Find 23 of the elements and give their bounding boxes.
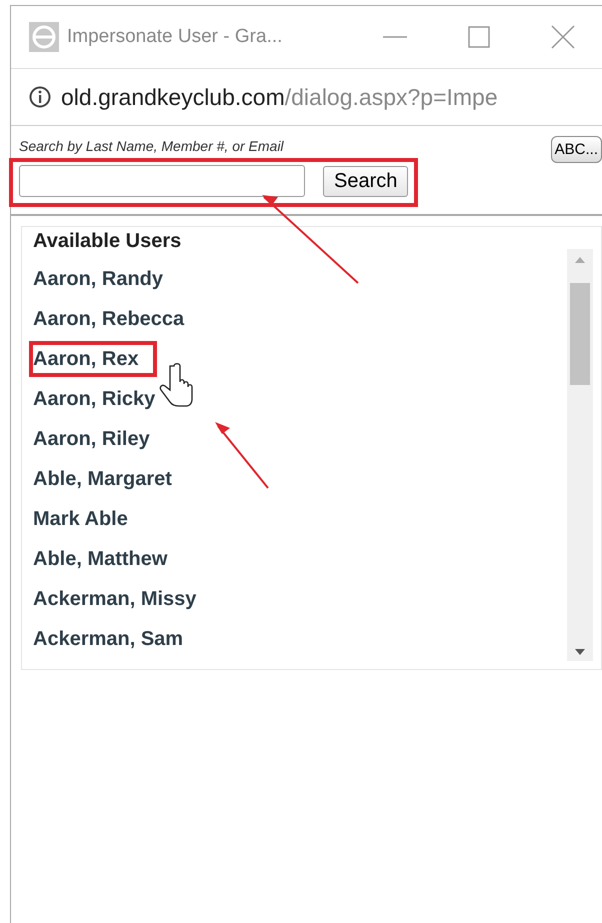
user-list-item[interactable]: Aaron, Riley xyxy=(27,419,156,459)
search-hint: Search by Last Name, Member #, or Email xyxy=(19,138,284,154)
scrollbar[interactable] xyxy=(567,249,593,661)
user-list-item[interactable]: Able, Margaret xyxy=(27,459,178,499)
user-list-item[interactable]: Aaron, Randy xyxy=(27,259,170,299)
list-header: Available Users xyxy=(33,229,182,254)
user-list-item[interactable]: Ackerman, Missy xyxy=(27,579,202,619)
scroll-thumb[interactable] xyxy=(570,283,590,385)
browser-logo-icon xyxy=(29,22,59,52)
search-field[interactable] xyxy=(19,165,305,197)
user-list-item[interactable]: Able, Matthew xyxy=(27,539,174,579)
user-list-item[interactable]: Aaron, Rebecca xyxy=(27,299,190,339)
window-title: Impersonate User - Gra... xyxy=(67,26,284,48)
annotation-arrow xyxy=(215,422,269,489)
search-button[interactable]: Search xyxy=(323,166,408,196)
info-icon[interactable] xyxy=(29,86,51,108)
user-list-item[interactable]: Mark Able xyxy=(27,499,134,539)
user-list-item[interactable]: Ackerman, Sam xyxy=(27,619,190,659)
url-text[interactable]: old.grandkeyclub.com/dialog.aspx?p=Impe xyxy=(51,84,498,110)
user-list-item[interactable]: Aaron, Ricky xyxy=(27,379,162,419)
abc-button[interactable]: ABC... xyxy=(550,136,602,163)
user-list-item[interactable]: Aaron, Rex xyxy=(27,339,159,379)
hand-cursor-icon xyxy=(160,363,193,407)
